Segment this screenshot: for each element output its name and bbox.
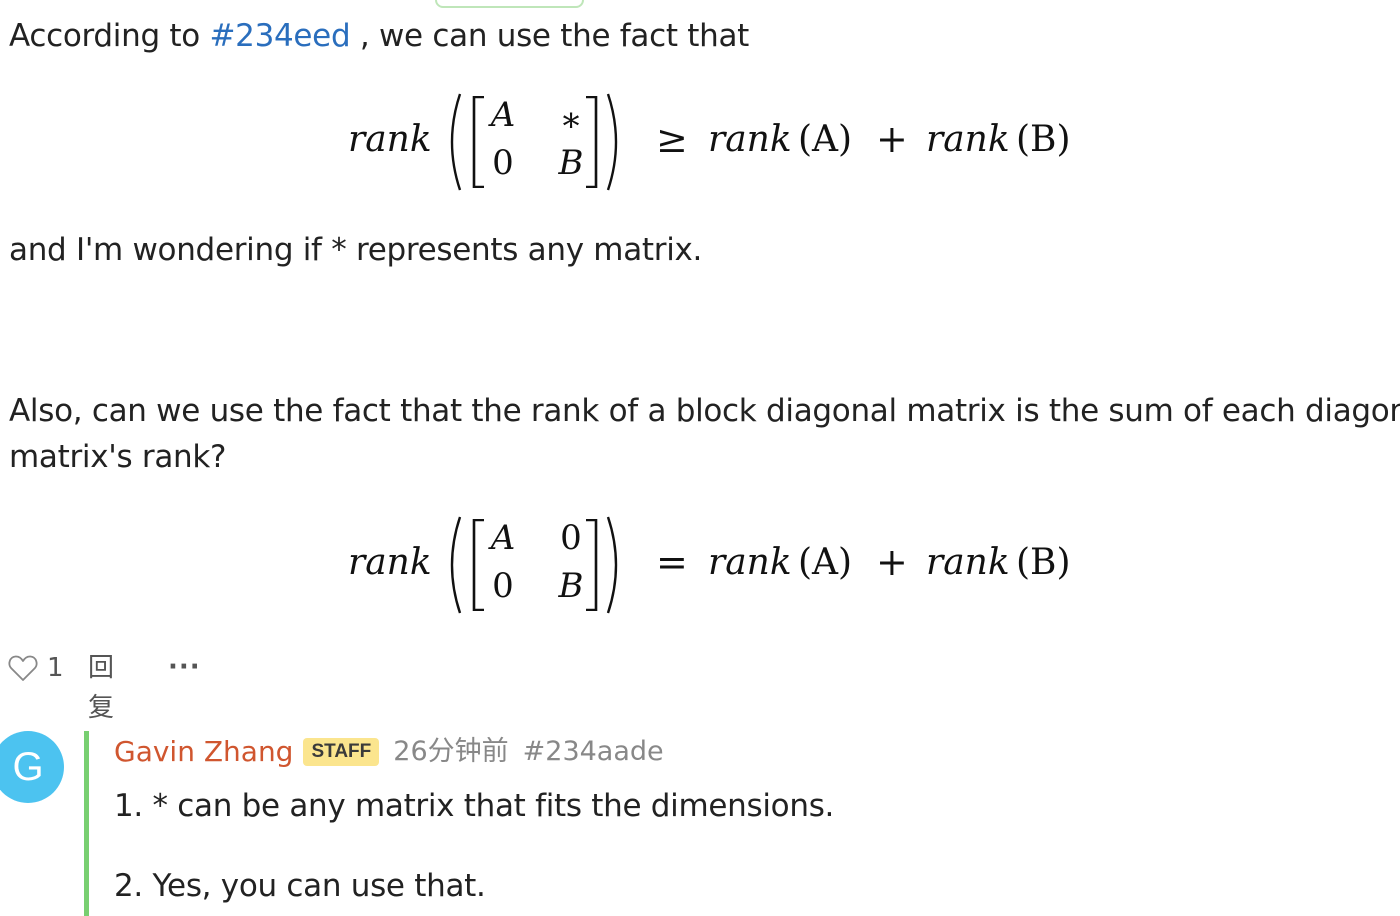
question-paragraph-1: and I'm wondering if * represents any ma… xyxy=(9,232,703,268)
thread-indicator-bar xyxy=(84,731,89,916)
plus-sign: + xyxy=(876,117,908,161)
rhs-arg-b: (B) xyxy=(1016,119,1071,160)
reply-timestamp: 26分钟前 xyxy=(393,736,509,767)
intro-paragraph: According to #234eed , we can use the fa… xyxy=(9,13,749,59)
reply-text-line-1: 1. * can be any matrix that fits the dim… xyxy=(114,788,835,824)
right-bracket xyxy=(586,96,598,188)
right-bracket xyxy=(586,519,598,611)
rhs-arg-b: (B) xyxy=(1016,542,1071,583)
rhs-rank-2: rank xyxy=(926,542,1010,583)
reply-header: Gavin Zhang STAFF 26分钟前 #234aade xyxy=(114,728,664,776)
matrix-cell-a: A xyxy=(490,95,516,135)
equation-inequality: rank A ∗ 0 B ≥ rank (A) + rank (B) xyxy=(348,92,1088,192)
left-paren xyxy=(450,93,462,191)
plus-sign: + xyxy=(876,540,908,584)
reply-author[interactable]: Gavin Zhang xyxy=(114,735,293,768)
post-page: According to #234eed , we can use the fa… xyxy=(0,0,1400,916)
equation-lhs-label: rank xyxy=(348,119,432,160)
reply-permalink[interactable]: #234aade xyxy=(523,736,664,767)
staff-badge: STAFF xyxy=(303,738,380,766)
like-count: 1 xyxy=(47,653,64,683)
intro-text-before: According to xyxy=(9,18,210,54)
more-options-icon[interactable]: ··· xyxy=(168,648,201,686)
heart-icon[interactable] xyxy=(8,654,38,682)
rhs-arg-a: (A) xyxy=(798,542,853,583)
right-paren xyxy=(606,516,618,614)
reference-link[interactable]: #234eed xyxy=(209,18,350,54)
matrix-cell-a: A xyxy=(490,518,516,558)
rhs-rank-2: rank xyxy=(926,119,1010,160)
equation-lhs-label: rank xyxy=(348,542,432,583)
rhs-rank-1: rank xyxy=(708,542,792,583)
question-paragraph-2-line-2: matrix's rank? xyxy=(9,439,227,475)
question-paragraph-2-line-1: Also, can we use the fact that the rank … xyxy=(9,393,1400,429)
reply-text-line-2: 2. Yes, you can use that. xyxy=(114,868,486,904)
relation-equals: = xyxy=(656,540,688,584)
matrix-cell-zero: 0 xyxy=(492,143,514,183)
left-paren xyxy=(450,516,462,614)
relation-geq: ≥ xyxy=(656,117,688,161)
matrix-cell-zero-bottom: 0 xyxy=(492,566,514,606)
equation-equality: rank A 0 0 B = rank (A) + rank (B) xyxy=(348,515,1088,615)
rhs-rank-1: rank xyxy=(708,119,792,160)
rhs-arg-a: (A) xyxy=(798,119,853,160)
intro-text-after: , we can use the fact that xyxy=(350,18,749,54)
right-paren xyxy=(606,93,618,191)
top-pill-fragment xyxy=(435,0,584,8)
reply-button[interactable]: 回复 xyxy=(88,648,114,728)
avatar[interactable]: G xyxy=(0,731,64,803)
